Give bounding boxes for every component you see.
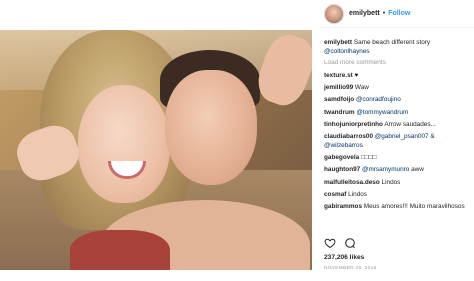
comment-username[interactable]: cosmaf [324, 191, 346, 198]
header-username[interactable]: emilybett [349, 10, 380, 17]
caption-text: Same beach different story [352, 39, 431, 46]
post-date: NOVEMBER 26, 2016 [324, 266, 377, 271]
post-actions [324, 236, 474, 250]
header-separator: • [382, 10, 386, 17]
list-item: texture.st ♥ [324, 71, 474, 80]
list-item: gabegovela □□□□ [324, 153, 474, 162]
comment-text: aww [411, 166, 424, 174]
list-item: twandrum @tommywandrum [324, 108, 474, 117]
list-item: jemillio99 Waw [324, 83, 474, 92]
comment-username[interactable]: gabegovela [324, 154, 359, 161]
post-photo[interactable] [0, 30, 312, 270]
comment-text: Waw [353, 84, 369, 92]
photo-woman-face [78, 85, 170, 203]
comment-username[interactable]: claudiabarros00 [324, 133, 373, 140]
comment-mention[interactable]: @mrsamymunro [360, 166, 411, 173]
list-item: malfulleitosa.deso Lindos [324, 178, 474, 187]
post-sidebar: emilybett • Follow emilybett Same beach … [320, 0, 474, 281]
comment-username[interactable]: twandrum [324, 109, 355, 116]
caption-username[interactable]: emilybett [324, 39, 352, 46]
comment-text: Lindos [346, 190, 367, 198]
list-item: claudiabarros00 @gabriel_psan007 & @wilz… [324, 132, 474, 150]
instagram-post: emilybett • Follow emilybett Same beach … [0, 0, 474, 281]
list-item: cosmaf Lindos [324, 190, 474, 199]
comment-username[interactable]: jemillio99 [324, 84, 353, 91]
like-count[interactable]: 237,206 likes [324, 254, 364, 261]
comment-mention[interactable]: @tommywandrum [355, 109, 408, 116]
comment-bubble-icon[interactable] [344, 236, 356, 250]
comment-text: ♥ [352, 72, 359, 79]
follow-button[interactable]: Follow [388, 10, 410, 17]
list-item: tinhojuniorpretinho Arrow saudades... [324, 120, 474, 129]
photo-man-face [165, 70, 257, 185]
comment-username[interactable]: gabirammos [324, 203, 362, 210]
comment-text: Meus amores!!! Muito maravilhosos [362, 202, 465, 210]
caption-mention-line: @coltonlhaynes [324, 47, 474, 56]
comment-text: □□□□ [359, 154, 377, 162]
comment-list: emilybett Same beach different story @co… [324, 38, 474, 211]
comment-mention[interactable]: @conradfoujino [354, 96, 401, 103]
list-item: gabirammos Meus amores!!! Muito maravilh… [324, 202, 474, 211]
comment-username[interactable]: tinhojuniorpretinho [324, 121, 383, 128]
comment-text: Arrow saudades... [382, 120, 436, 128]
caption: emilybett Same beach different story [324, 38, 474, 47]
heart-icon[interactable] [324, 236, 336, 250]
load-more-comments-link[interactable]: Load more comments [324, 58, 474, 67]
comment-username[interactable]: haughton97 [324, 166, 360, 173]
comment-username[interactable]: malfulleitosa.deso [324, 179, 380, 186]
caption-mention[interactable]: @coltonlhaynes [324, 48, 370, 55]
photo-swimsuit [70, 230, 170, 270]
list-item: samdfoijo @conradfoujino [324, 95, 474, 104]
comment-text: Lindos [379, 178, 401, 186]
comment-username[interactable]: samdfoijo [324, 96, 354, 103]
list-item: haughton97 @mrsamymunro aww [324, 165, 474, 174]
post-header: emilybett • Follow [320, 0, 474, 28]
avatar[interactable] [324, 3, 344, 24]
comment-username[interactable]: texture.st [324, 72, 353, 79]
